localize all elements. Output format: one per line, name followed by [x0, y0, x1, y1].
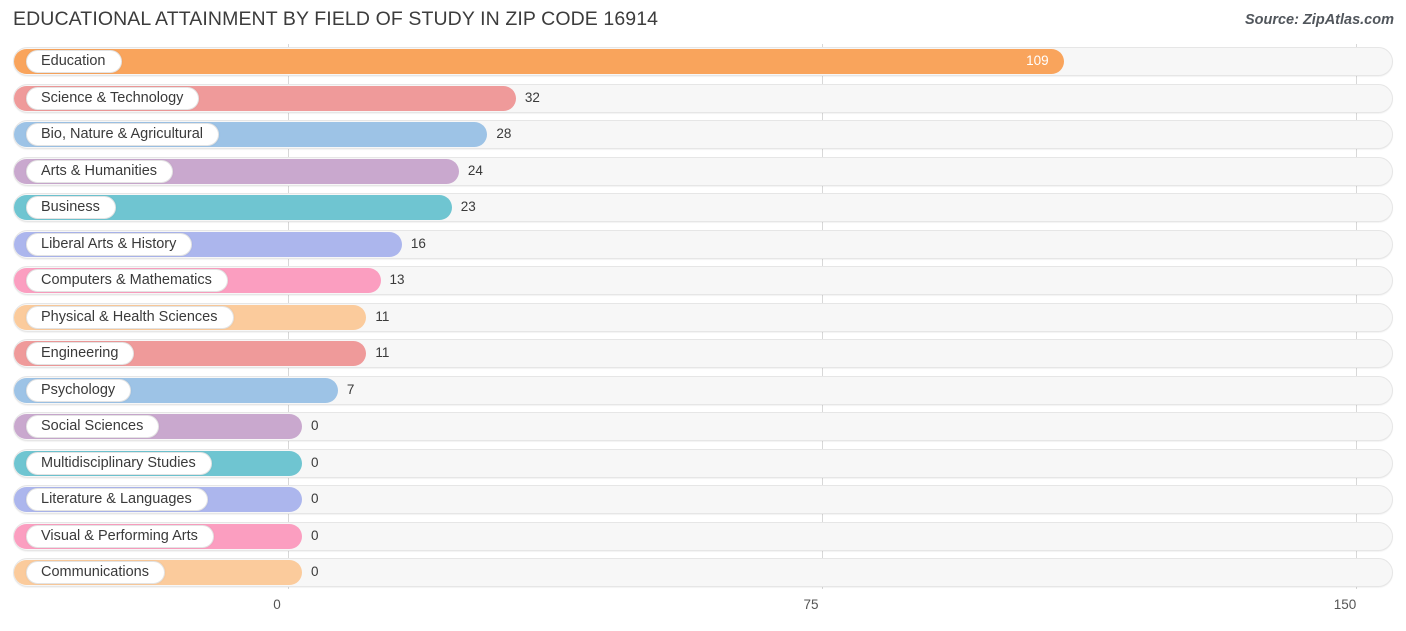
category-label: Science & Technology [41, 89, 184, 106]
category-label-pill: Bio, Nature & Agricultural [26, 123, 219, 146]
category-label-pill: Physical & Health Sciences [26, 305, 234, 329]
category-label-pill: Education [26, 50, 122, 73]
category-label: Bio, Nature & Agricultural [41, 126, 203, 143]
bar-row[interactable]: Multidisciplinary Studies 0 [0, 446, 1406, 483]
bar-row[interactable]: Engineering 11 [0, 336, 1406, 373]
bar-row[interactable]: Business 23 [0, 190, 1406, 227]
bar-row[interactable]: Visual & Performing Arts 0 [0, 519, 1406, 556]
category-label: Literature & Languages [41, 491, 192, 508]
x-tick-label: 150 [1333, 597, 1357, 612]
category-label: Engineering [41, 345, 119, 362]
bar-row[interactable]: Liberal Arts & History 16 [0, 227, 1406, 264]
bar-value-label: 11 [375, 345, 390, 360]
source-attribution: Source: ZipAtlas.com [1244, 12, 1394, 28]
category-label: Education [41, 53, 106, 70]
bar-value-label: 23 [460, 199, 476, 214]
x-tick-label: 0 [273, 597, 281, 612]
bar-fill [14, 49, 1065, 74]
bar-row[interactable]: Literature & Languages 0 [0, 482, 1406, 519]
category-label: Communications [41, 564, 149, 581]
category-label-pill: Social Sciences [26, 415, 160, 438]
bar-row[interactable]: Physical & Health Sciences 11 [0, 300, 1406, 337]
bar-row[interactable]: Psychology 7 [0, 373, 1406, 410]
bar-value-label: 7 [346, 381, 355, 397]
bar-value-label: 24 [467, 162, 483, 178]
category-label-pill: Visual & Performing Arts [26, 524, 214, 548]
category-label-pill: Business [26, 196, 116, 219]
category-label: Physical & Health Sciences [41, 308, 218, 325]
category-label-pill: Engineering [26, 342, 135, 365]
category-label-pill: Arts & Humanities [26, 159, 174, 183]
category-label: Business [41, 199, 100, 216]
bar-row[interactable]: Arts & Humanities 24 [0, 154, 1406, 191]
x-axis: 0 75 150 [0, 595, 1406, 631]
bar-value-label: 13 [389, 272, 405, 287]
category-label: Arts & Humanities [41, 162, 158, 179]
bar-value-label: 109 [1026, 53, 1049, 68]
bar-row[interactable]: Bio, Nature & Agricultural 28 [0, 117, 1406, 154]
bar-row[interactable]: Computers & Mathematics 13 [0, 263, 1406, 300]
bar-value-label: 11 [375, 308, 390, 324]
bar-row[interactable]: Science & Technology 32 [0, 81, 1406, 118]
bar-rows: Education 109 Science & Technology 32 Bio, N… [0, 44, 1406, 592]
category-label: Social Sciences [41, 418, 144, 435]
bar-value-label: 0 [311, 418, 319, 433]
page-title: EDUCATIONAL ATTAINMENT BY FIELD OF STUDY… [13, 8, 659, 30]
chart-plot-area: Education 109 Science & Technology 32 Bio, N… [0, 44, 1406, 595]
category-label-pill: Psychology [26, 378, 132, 402]
chart-header: EDUCATIONAL ATTAINMENT BY FIELD OF STUDY… [0, 0, 1406, 44]
bar-value-label: 0 [311, 527, 319, 543]
bar-value-label: 0 [311, 491, 319, 506]
bar-row[interactable]: Education 109 [0, 44, 1406, 81]
category-label-pill: Science & Technology [26, 86, 200, 110]
category-label: Liberal Arts & History [41, 235, 177, 252]
bar-value-label: 32 [524, 89, 540, 105]
bar-value-label: 0 [311, 564, 319, 579]
bar-value-label: 28 [496, 126, 512, 141]
category-label: Visual & Performing Arts [41, 527, 198, 544]
category-label-pill: Literature & Languages [26, 488, 208, 511]
category-label: Psychology [41, 381, 116, 398]
x-tick-label: 75 [803, 597, 819, 612]
category-label-pill: Computers & Mathematics [26, 269, 228, 292]
bar-row[interactable]: Communications 0 [0, 555, 1406, 592]
bar-value-label: 0 [311, 454, 319, 470]
category-label-pill: Liberal Arts & History [26, 232, 193, 256]
bar-value-label: 16 [410, 235, 426, 251]
category-label: Multidisciplinary Studies [41, 454, 196, 471]
bar-row[interactable]: Social Sciences 0 [0, 409, 1406, 446]
category-label: Computers & Mathematics [41, 272, 212, 289]
category-label-pill: Multidisciplinary Studies [26, 451, 212, 475]
category-label-pill: Communications [26, 561, 165, 584]
